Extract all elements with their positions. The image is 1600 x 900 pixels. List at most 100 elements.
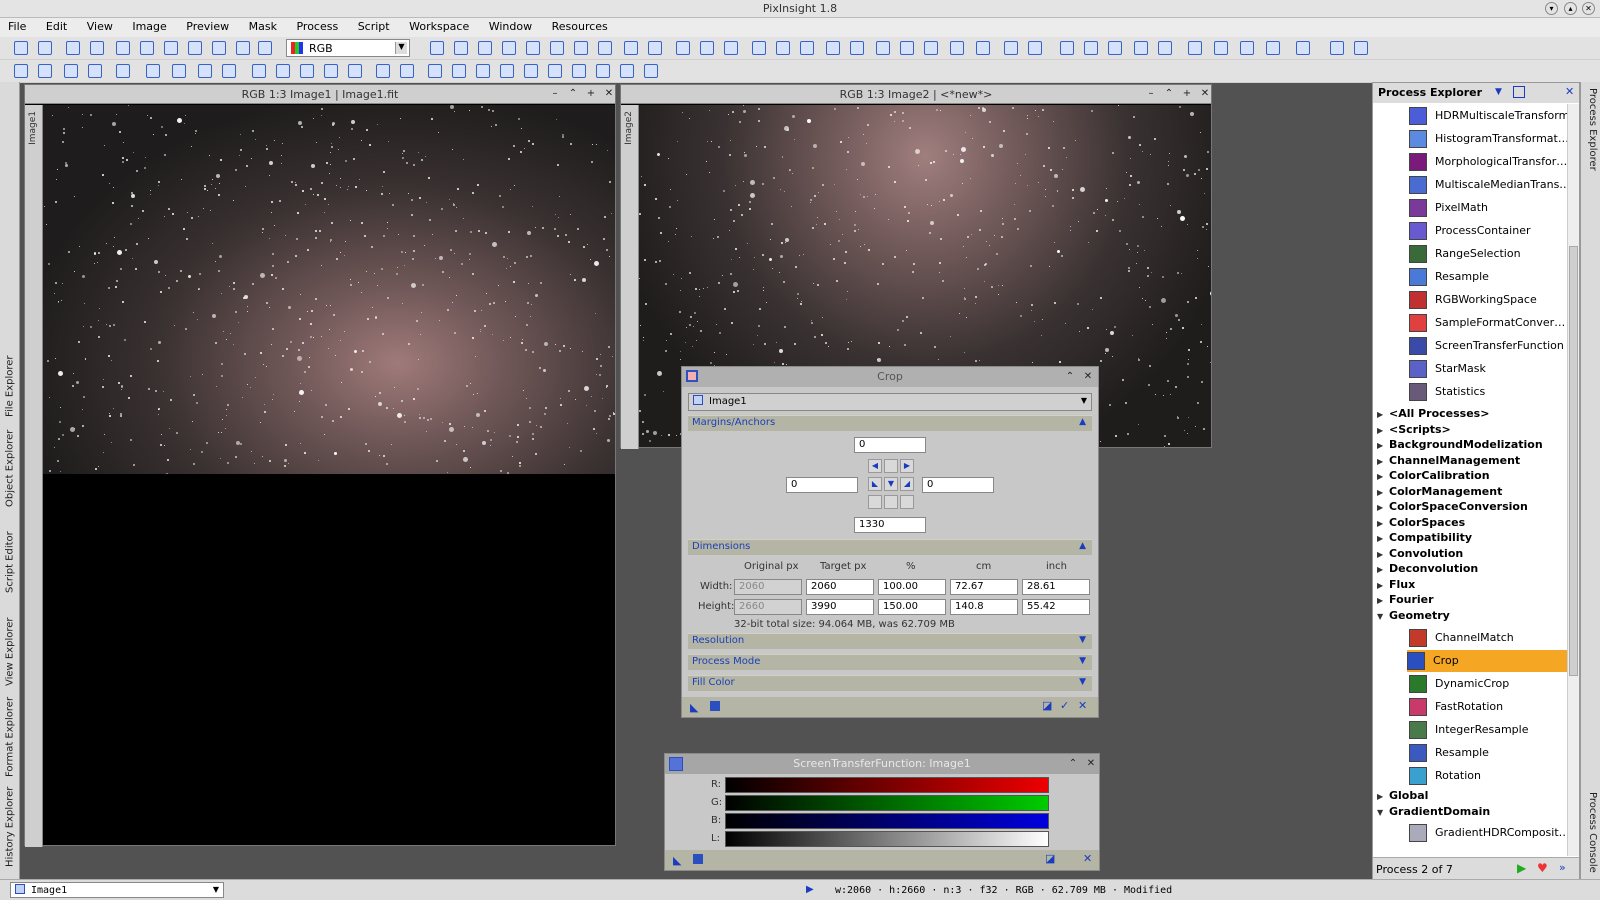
close-icon[interactable]: ✕ <box>1082 371 1094 383</box>
auto-stretch-icon[interactable]: ◪ <box>1045 852 1055 865</box>
menu-edit[interactable]: Edit <box>38 18 75 33</box>
height-inch-field[interactable]: 55.42 <box>1022 599 1090 615</box>
toolbar-tool-28-icon[interactable] <box>850 41 864 55</box>
minimize-icon[interactable]: – <box>1145 88 1157 100</box>
tab-script-editor[interactable]: Script Editor <box>3 522 17 602</box>
toolbar2-tool-15-icon[interactable] <box>400 64 414 78</box>
toolbar-tool-1-icon[interactable] <box>38 41 52 55</box>
toolbar-tool-30-icon[interactable] <box>900 41 914 55</box>
reset-icon[interactable]: ◪ <box>1042 699 1052 712</box>
tab-format-explorer[interactable]: Format Explorer <box>3 687 17 787</box>
toolbar2-tool-22-icon[interactable] <box>572 64 586 78</box>
stf-b-slider[interactable] <box>725 813 1049 829</box>
close-icon[interactable]: ✕ <box>603 88 615 100</box>
menu-image[interactable]: Image <box>124 18 174 33</box>
toolbar2-tool-2-icon[interactable] <box>64 64 78 78</box>
toolbar2-tool-1-icon[interactable] <box>38 64 52 78</box>
toolbar-tool-27-icon[interactable] <box>826 41 840 55</box>
view-selector-status[interactable]: Image1 ▼ <box>10 882 224 898</box>
toolbar-tool-42-icon[interactable] <box>1214 41 1228 55</box>
maximize-icon[interactable]: + <box>1181 88 1193 100</box>
toolbar-tool-37-icon[interactable] <box>1084 41 1098 55</box>
nebula-image-1[interactable] <box>43 105 615 474</box>
toolbar-tool-21-icon[interactable] <box>676 41 690 55</box>
menu-workspace[interactable]: Workspace <box>401 18 477 33</box>
toolbar-tool-33-icon[interactable] <box>976 41 990 55</box>
menu-file[interactable]: File <box>0 18 34 33</box>
height-percent-field[interactable]: 150.00 <box>878 599 946 615</box>
stf-g-slider[interactable] <box>725 795 1049 811</box>
toolbar-tool-15-icon[interactable] <box>526 41 540 55</box>
toolbar-tool-16-icon[interactable] <box>550 41 564 55</box>
height-target-field[interactable]: 3990 <box>806 599 874 615</box>
next-icon[interactable]: » <box>1559 861 1566 874</box>
toolbar-tool-2-icon[interactable] <box>66 41 80 55</box>
process-item[interactable]: Rotation <box>1409 765 1567 787</box>
pe-scrollbar[interactable] <box>1567 104 1579 856</box>
toolbar-tool-45-icon[interactable] <box>1296 41 1310 55</box>
process-item[interactable]: Resample <box>1409 742 1567 764</box>
process-item[interactable]: DynamicCrop <box>1409 673 1567 695</box>
margin-right-field[interactable]: 0 <box>922 477 994 493</box>
minimize-icon[interactable]: ▾ <box>1545 2 1558 15</box>
toolbar2-tool-20-icon[interactable] <box>524 64 538 78</box>
toolbar-tool-14-icon[interactable] <box>502 41 516 55</box>
toolbar-tool-13-icon[interactable] <box>478 41 492 55</box>
toolbar2-tool-18-icon[interactable] <box>476 64 490 78</box>
menu-view[interactable]: View <box>79 18 121 33</box>
toolbar2-tool-16-icon[interactable] <box>428 64 442 78</box>
minimize-icon[interactable]: – <box>549 88 561 100</box>
toolbar2-tool-25-icon[interactable] <box>644 64 658 78</box>
toolbar-tool-41-icon[interactable] <box>1188 41 1202 55</box>
process-item[interactable]: MorphologicalTransfor… <box>1409 151 1567 173</box>
width-inch-field[interactable]: 28.61 <box>1022 579 1090 595</box>
toolbar-tool-38-icon[interactable] <box>1108 41 1122 55</box>
process-item[interactable]: RangeSelection <box>1409 243 1567 265</box>
toolbar-tool-44-icon[interactable] <box>1266 41 1280 55</box>
pe-scrollbar-thumb[interactable] <box>1569 246 1578 676</box>
menu-window[interactable]: Window <box>481 18 540 33</box>
process-mode-section-header[interactable]: Process Mode ▼ <box>688 654 1092 670</box>
image-2-tab[interactable]: Image2 <box>621 105 639 449</box>
close-icon[interactable]: ✕ <box>1565 85 1574 98</box>
margins-section-header[interactable]: Margins/Anchors ▲ <box>688 415 1092 431</box>
toolbar-tool-6-icon[interactable] <box>164 41 178 55</box>
toolbar-tool-46-icon[interactable] <box>1330 41 1344 55</box>
toolbar-tool-19-icon[interactable] <box>624 41 638 55</box>
toolbar-tool-20-icon[interactable] <box>648 41 662 55</box>
process-category[interactable]: ▶ ColorSpaceConversion <box>1377 500 1528 516</box>
process-category[interactable]: ▶ <Scripts> <box>1377 423 1451 439</box>
toolbar-tool-3-icon[interactable] <box>90 41 104 55</box>
process-category[interactable]: ▶ Compatibility <box>1377 531 1472 547</box>
anchor-bottom-right[interactable] <box>900 495 914 509</box>
width-percent-field[interactable]: 100.00 <box>878 579 946 595</box>
process-item[interactable]: Crop <box>1407 650 1567 672</box>
new-instance-icon[interactable]: ◣ <box>673 854 681 867</box>
toolbar-tool-29-icon[interactable] <box>876 41 890 55</box>
tab-view-explorer[interactable]: View Explorer <box>3 607 17 697</box>
toolbar-tool-43-icon[interactable] <box>1240 41 1254 55</box>
process-item[interactable]: ChannelMatch <box>1409 627 1567 649</box>
toolbar2-tool-0-icon[interactable] <box>14 64 28 78</box>
toolbar-tool-11-icon[interactable] <box>430 41 444 55</box>
process-item[interactable]: SampleFormatConver… <box>1409 312 1567 334</box>
toolbar-tool-39-icon[interactable] <box>1134 41 1148 55</box>
process-category[interactable]: ▶ ColorManagement <box>1377 485 1502 501</box>
height-cm-field[interactable]: 140.8 <box>950 599 1018 615</box>
anchor-left[interactable]: ◣ <box>868 477 882 491</box>
resolution-section-header[interactable]: Resolution ▼ <box>688 633 1092 649</box>
toolbar2-tool-5-icon[interactable] <box>146 64 160 78</box>
toolbar-tool-12-icon[interactable] <box>454 41 468 55</box>
float-icon[interactable] <box>1513 86 1525 98</box>
process-item[interactable]: StarMask <box>1409 358 1567 380</box>
apply-global-icon[interactable] <box>693 854 703 864</box>
shade-icon[interactable]: ⌃ <box>1067 758 1079 770</box>
toolbar2-tool-13-icon[interactable] <box>348 64 362 78</box>
channel-combo[interactable]: RGB ▼ <box>286 39 410 57</box>
preferences-icon[interactable]: ✕ <box>1083 852 1092 865</box>
margin-bottom-field[interactable]: 1330 <box>854 517 926 533</box>
width-cm-field[interactable]: 72.67 <box>950 579 1018 595</box>
toolbar-tool-22-icon[interactable] <box>700 41 714 55</box>
run-icon[interactable]: ▶ <box>1517 861 1526 875</box>
process-item[interactable]: HDRMultiscaleTransform <box>1409 105 1567 127</box>
